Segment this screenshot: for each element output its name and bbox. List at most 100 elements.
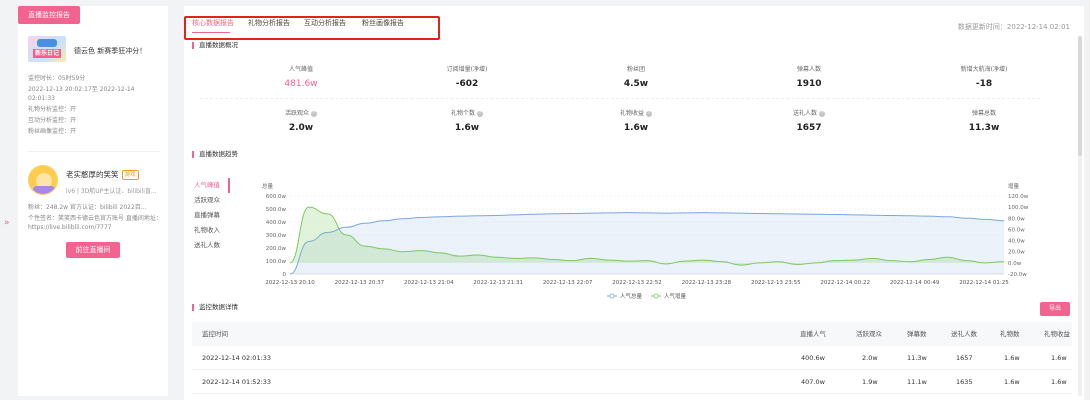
right-tick-label: 120.0w	[1008, 194, 1029, 200]
stat-label: 礼物个数?	[407, 108, 527, 117]
cell-gift-count: 1.6w	[1004, 354, 1020, 362]
tab-fan-profile[interactable]: 粉丝画像报告	[362, 18, 404, 28]
streamer-name-text: 老实憨厚的笑笑	[66, 170, 119, 179]
right-tick-label: 60.0w	[1008, 227, 1025, 233]
series-area-total	[290, 212, 1004, 274]
left-tick-label: 200.0w	[266, 246, 287, 252]
avatar[interactable]	[28, 165, 58, 195]
x-tick-label: 2022-12-13 20:10	[265, 280, 315, 286]
table-header: 监控时间 直播人气 活跃观众 弹幕数 送礼人数 礼物数 礼物收益	[192, 322, 1072, 346]
col-monitor-time[interactable]: 监控时间	[202, 322, 228, 346]
tab-interaction-analysis[interactable]: 互动分析报告	[304, 18, 346, 28]
data-update-time: 数据更新时间：2022-12-14 02:01	[957, 23, 1070, 31]
overview-row-separator	[200, 98, 1040, 99]
trend-menu-active-viewers[interactable]: 活跃观众	[194, 193, 230, 208]
trend-menu-gift-revenue[interactable]: 礼物收入	[194, 223, 230, 238]
tab-gift-analysis[interactable]: 礼物分析报告	[248, 18, 290, 28]
legend-label: 人气增量	[664, 292, 687, 300]
stat-label-text: 礼物收益	[619, 110, 644, 117]
report-tabs: 核心数据报告 礼物分析报告 互动分析报告 粉丝画像报告 数据更新时间：2022-…	[184, 10, 1084, 40]
x-tick-label: 2022-12-13 23:28	[682, 280, 732, 286]
main-scrollbar[interactable]	[1078, 36, 1082, 396]
trend-menu-gift-senders[interactable]: 送礼人数	[194, 238, 230, 253]
tab-core-data[interactable]: 核心数据报告	[192, 18, 234, 28]
cell-monitor-time: 2022-12-14 02:01:33	[202, 354, 272, 362]
fan-monitor-status: 粉丝画像监控：开	[28, 128, 77, 135]
left-tick-label: 400.0w	[266, 220, 287, 226]
trend-metric-menu: 人气峰值 活跃观众 直播弹幕 礼物收入 送礼人数	[194, 178, 230, 253]
live-monitor-report-tab[interactable]: 直播监控报告	[18, 6, 80, 24]
stat-label: 粉丝团	[626, 66, 645, 73]
stat-label-text: 送礼人数	[792, 110, 817, 117]
stat-value: 1910	[796, 79, 822, 89]
stat-popularity-peak: 人气峰值 481.6w	[241, 64, 361, 89]
stat-gift-revenue: 礼物收益? 1.6w	[576, 108, 696, 133]
trend-menu-popularity[interactable]: 人气峰值	[194, 178, 230, 193]
stat-value: 2.0w	[288, 123, 314, 133]
stat-label: 人气峰值	[288, 66, 313, 73]
cell-gift-senders: 1657	[956, 354, 973, 362]
live-report-sidebar: 直播监控报告 新乐日记 德云色 新赛季狂冲分！ 监控时长：05时59分 2022…	[18, 6, 168, 396]
x-tick-label: 2022-12-13 23:55	[751, 280, 801, 286]
stream-thumbnail[interactable]: 新乐日记	[28, 36, 66, 62]
col-live-popularity[interactable]: 直播人气	[800, 322, 826, 346]
table-row: 2022-12-14 02:01:33 400.6w 2.0w 11.3w 16…	[192, 346, 1072, 370]
cell-active-viewers: 1.9w	[862, 378, 878, 386]
stat-value: 481.6w	[284, 79, 318, 89]
live-room-url: https://live.bilibili.com/7777	[28, 224, 112, 231]
right-tick-label: 80.0w	[1008, 216, 1025, 222]
x-tick-label: 2022-12-13 21:04	[404, 280, 454, 286]
signature: 个性签名：笑笑西卡德云色官方账号 直播间地址：	[28, 215, 162, 222]
cell-live-popularity: 407.0w	[801, 378, 825, 386]
left-tick-label: 0	[283, 272, 287, 278]
help-icon[interactable]: ?	[819, 110, 825, 117]
stat-active-viewers: 活跃观众? 2.0w	[241, 108, 361, 133]
overview-title: 直播数据概况	[192, 42, 238, 49]
trend-menu-danmaku[interactable]: 直播弹幕	[194, 208, 230, 223]
col-active-viewers[interactable]: 活跃观众	[856, 322, 882, 346]
stat-danmaku-users: 弹幕人数 1910	[749, 64, 869, 89]
overview-stats: 人气峰值 481.6w 订阅增量(净增) -602 粉丝团 4.5w 弹幕人数 1910…	[194, 50, 1064, 140]
streamer-name: 老实憨厚的笑笑 游戏	[66, 169, 139, 180]
help-icon[interactable]: ?	[477, 110, 483, 117]
right-tick-label: 40.0w	[1008, 239, 1025, 245]
table-row: 2022-12-14 01:52:33 407.0w 1.9w 11.1w 16…	[192, 370, 1072, 394]
right-tick-label: -20.0w	[1008, 272, 1027, 278]
monitor-duration: 监控时长：05时59分	[28, 75, 86, 82]
expand-panel-icon[interactable]: »	[4, 218, 10, 228]
stat-value: 1.6w	[454, 123, 480, 133]
help-icon[interactable]: ?	[311, 110, 317, 117]
cell-monitor-time: 2022-12-14 01:52:33	[202, 378, 272, 386]
goto-live-room-button[interactable]: 前往直播间	[66, 242, 120, 258]
help-icon[interactable]: ?	[646, 110, 652, 117]
cell-active-viewers: 2.0w	[862, 354, 878, 362]
stat-value: 4.5w	[623, 79, 649, 89]
legend-marker	[609, 293, 615, 299]
stat-gift-count: 礼物个数? 1.6w	[407, 108, 527, 133]
col-gift-senders[interactable]: 送礼人数	[951, 322, 977, 346]
stat-label: 礼物收益?	[576, 108, 696, 117]
right-tick-label: 20.0w	[1008, 250, 1025, 256]
x-tick-label: 2022-12-14 00:22	[820, 280, 870, 286]
cell-danmaku: 11.1w	[907, 378, 927, 386]
trend-title: 直播数据趋势	[192, 151, 238, 158]
x-tick-label: 2022-12-13 21:31	[473, 280, 523, 286]
stat-label: 弹幕人数	[796, 66, 821, 73]
thumbnail-graphic	[37, 39, 57, 47]
category-badge: 游戏	[121, 170, 139, 180]
col-danmaku[interactable]: 弹幕数	[907, 322, 927, 346]
stat-value: 1.6w	[623, 123, 649, 133]
col-gift-count[interactable]: 礼物数	[1000, 322, 1020, 346]
export-button[interactable]: 导出	[1040, 302, 1070, 316]
cell-gift-revenue: 1.6w	[1051, 378, 1067, 386]
left-tick-label: 500.0w	[266, 207, 287, 213]
cell-gift-count: 1.6w	[1004, 378, 1020, 386]
stat-value: 1657	[796, 123, 822, 133]
cell-gift-revenue: 1.6w	[1051, 354, 1067, 362]
col-gift-revenue[interactable]: 礼物收益	[1044, 322, 1070, 346]
x-tick-label: 2022-12-14 00:49	[890, 280, 940, 286]
cell-gift-senders: 1635	[956, 378, 973, 386]
interaction-monitor-status: 互动分析监控：开	[28, 117, 77, 124]
scrollbar-thumb[interactable]	[1078, 36, 1082, 156]
fans-and-certification: 粉丝：248.2w 官方认证：bilibili 2022百...	[28, 204, 147, 211]
